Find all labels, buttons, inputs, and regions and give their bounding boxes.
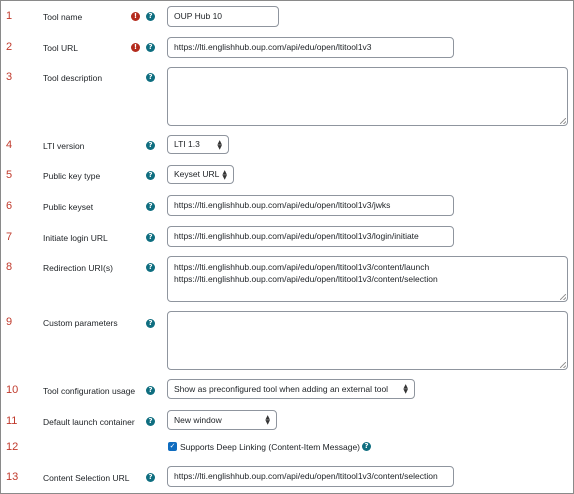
public-keyset-label: Public keyset <box>43 202 94 212</box>
default-launch-container-label: Default launch container <box>43 417 135 427</box>
help-icon[interactable]: ? <box>146 73 155 82</box>
tool-name-input[interactable]: OUP Hub 10 <box>167 6 279 27</box>
help-icon[interactable]: ? <box>146 263 155 272</box>
help-icon[interactable]: ? <box>146 473 155 482</box>
deep-linking-checkbox[interactable]: ✓ <box>168 442 177 451</box>
tool-configuration-usage-label: Tool configuration usage <box>43 386 136 396</box>
initiate-login-url-input[interactable]: https://lti.englishhub.oup.com/api/edu/o… <box>167 226 454 247</box>
public-key-type-value: Keyset URL <box>174 169 220 179</box>
public-keyset-input[interactable]: https://lti.englishhub.oup.com/api/edu/o… <box>167 195 454 216</box>
select-caret-icon: ▲ ▼ <box>222 168 227 181</box>
row-number-1: 1 <box>6 10 13 22</box>
redirection-uris-textarea[interactable]: https://lti.englishhub.oup.com/api/edu/o… <box>167 256 568 302</box>
resize-handle-icon[interactable] <box>560 294 566 300</box>
custom-parameters-textarea[interactable] <box>167 311 568 370</box>
row-number-11: 11 <box>6 415 18 427</box>
help-icon[interactable]: ? <box>146 233 155 242</box>
public-key-type-label: Public key type <box>43 171 101 181</box>
tool-name-label: Tool name <box>43 12 83 22</box>
help-icon[interactable]: ? <box>146 202 155 211</box>
tool-url-input[interactable]: https://lti.englishhub.oup.com/api/edu/o… <box>167 37 454 58</box>
row-number-9: 9 <box>6 316 13 328</box>
row-number-3: 3 <box>6 71 13 83</box>
lti-version-label: LTI version <box>43 141 85 151</box>
content-selection-url-label: Content Selection URL <box>43 473 130 483</box>
deep-linking-label[interactable]: Supports Deep Linking (Content-Item Mess… <box>180 442 360 452</box>
help-icon[interactable]: ? <box>146 386 155 395</box>
tool-description-label: Tool description <box>43 73 103 83</box>
tool-configuration-usage-value: Show as preconfigured tool when adding a… <box>174 384 389 394</box>
select-caret-icon: ▲ ▼ <box>403 383 408 395</box>
resize-handle-icon[interactable] <box>560 118 566 124</box>
redirection-uri-line: https://lti.englishhub.oup.com/api/edu/o… <box>174 262 430 272</box>
help-icon[interactable]: ? <box>146 417 155 426</box>
row-number-12: 12 <box>6 441 19 453</box>
default-launch-container-value: New window <box>174 415 222 425</box>
select-caret-icon: ▲ ▼ <box>265 414 270 426</box>
resize-handle-icon[interactable] <box>560 362 566 368</box>
redirection-uri-line: https://lti.englishhub.oup.com/api/edu/o… <box>174 274 438 284</box>
help-icon[interactable]: ? <box>146 319 155 328</box>
content-selection-url-input[interactable]: https://lti.englishhub.oup.com/api/edu/o… <box>167 466 454 487</box>
redirection-uris-label: Redirection URI(s) <box>43 263 113 273</box>
row-number-13: 13 <box>6 471 19 483</box>
row-number-8: 8 <box>6 261 13 273</box>
help-icon[interactable]: ? <box>362 442 371 451</box>
help-icon[interactable]: ? <box>146 12 155 21</box>
lti-version-select[interactable]: LTI 1.3 ▲ ▼ <box>167 135 229 154</box>
lti-version-value: LTI 1.3 <box>174 139 200 149</box>
select-caret-icon: ▲ ▼ <box>217 138 222 151</box>
help-icon[interactable]: ? <box>146 43 155 52</box>
row-number-2: 2 <box>6 41 13 53</box>
row-number-4: 4 <box>6 139 13 151</box>
row-number-10: 10 <box>6 384 19 396</box>
tool-description-textarea[interactable] <box>167 67 568 126</box>
public-key-type-select[interactable]: Keyset URL ▲ ▼ <box>167 165 234 184</box>
row-number-6: 6 <box>6 200 13 212</box>
required-icon: ! <box>131 43 140 52</box>
required-icon: ! <box>131 12 140 21</box>
tool-url-label: Tool URL <box>43 43 78 53</box>
custom-parameters-label: Custom parameters <box>43 318 118 328</box>
help-icon[interactable]: ? <box>146 141 155 150</box>
help-icon[interactable]: ? <box>146 171 155 180</box>
row-number-5: 5 <box>6 169 13 181</box>
tool-configuration-usage-select[interactable]: Show as preconfigured tool when adding a… <box>167 379 415 399</box>
row-number-7: 7 <box>6 231 13 243</box>
default-launch-container-select[interactable]: New window ▲ ▼ <box>167 410 277 430</box>
initiate-login-url-label: Initiate login URL <box>43 233 108 243</box>
